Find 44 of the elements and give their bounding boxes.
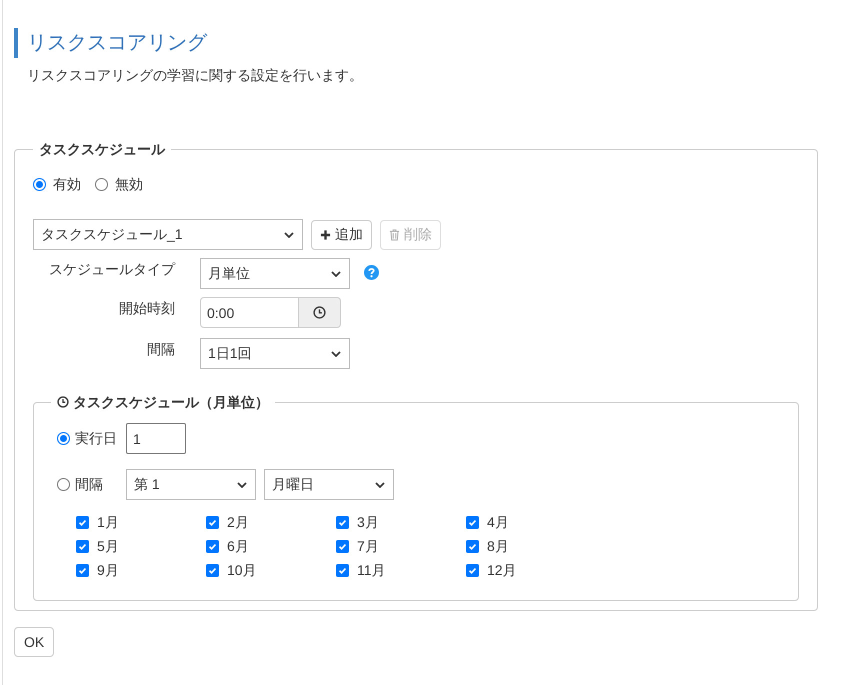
panel-legend: タスクスケジュール [33,140,171,158]
field-label: 開始時刻 [118,299,175,318]
page-description: リスクスコアリングの学習に関する設定を行います。 [27,66,364,85]
plus-icon [320,228,331,240]
dropdown-select[interactable]: 月単位 [200,258,350,289]
ok-button[interactable]: OK [14,627,54,657]
month-checkbox[interactable]: 7月 [336,536,379,556]
month-checkbox[interactable]: 6月 [206,536,249,556]
field-label: 間隔 [146,340,175,359]
caret-icon [331,270,341,276]
add-button[interactable]: 追加 [311,220,372,250]
caret-icon [375,482,385,488]
trash-icon [389,228,400,240]
month-checkbox[interactable]: 9月 [76,560,119,580]
month-checkbox[interactable]: 2月 [206,512,249,532]
caret-icon [284,232,294,238]
caret-icon [237,482,247,488]
field-label: スケジュールタイプ [48,260,175,279]
help-icon[interactable] [364,265,379,280]
month-checkbox[interactable]: 3月 [336,512,379,532]
panel-legend: タスクスケジュール（月単位） [73,393,269,411]
clock-icon [57,396,69,408]
mode-radio[interactable]: 間隔 [57,474,118,494]
day-input[interactable]: 1 [126,423,186,454]
clock-button[interactable] [299,297,341,328]
caret-icon [331,350,341,356]
page-title: リスクスコアリング [27,31,207,56]
status-radio[interactable]: 無効 [95,174,143,194]
month-checkbox[interactable]: 10月 [206,560,257,580]
clock-icon [313,306,326,319]
weekday-select[interactable]: 月曜日 [264,469,394,500]
schedule-select[interactable]: タスクスケジュール_1 [33,219,303,250]
dropdown-select[interactable]: 1日1回 [200,338,350,369]
month-checkbox[interactable]: 12月 [466,560,517,580]
status-radio[interactable]: 有効 [33,174,81,194]
month-checkbox[interactable]: 1月 [76,512,119,532]
month-checkbox[interactable]: 11月 [336,560,386,580]
title-accent-bar [14,28,18,58]
week-select[interactable]: 第 1 [126,469,256,500]
month-checkbox[interactable]: 8月 [466,536,509,556]
month-checkbox[interactable]: 4月 [466,512,509,532]
mode-radio[interactable]: 実行日 [57,428,118,448]
month-checkbox[interactable]: 5月 [76,536,119,556]
time-input[interactable]: 0:00 [200,297,299,328]
